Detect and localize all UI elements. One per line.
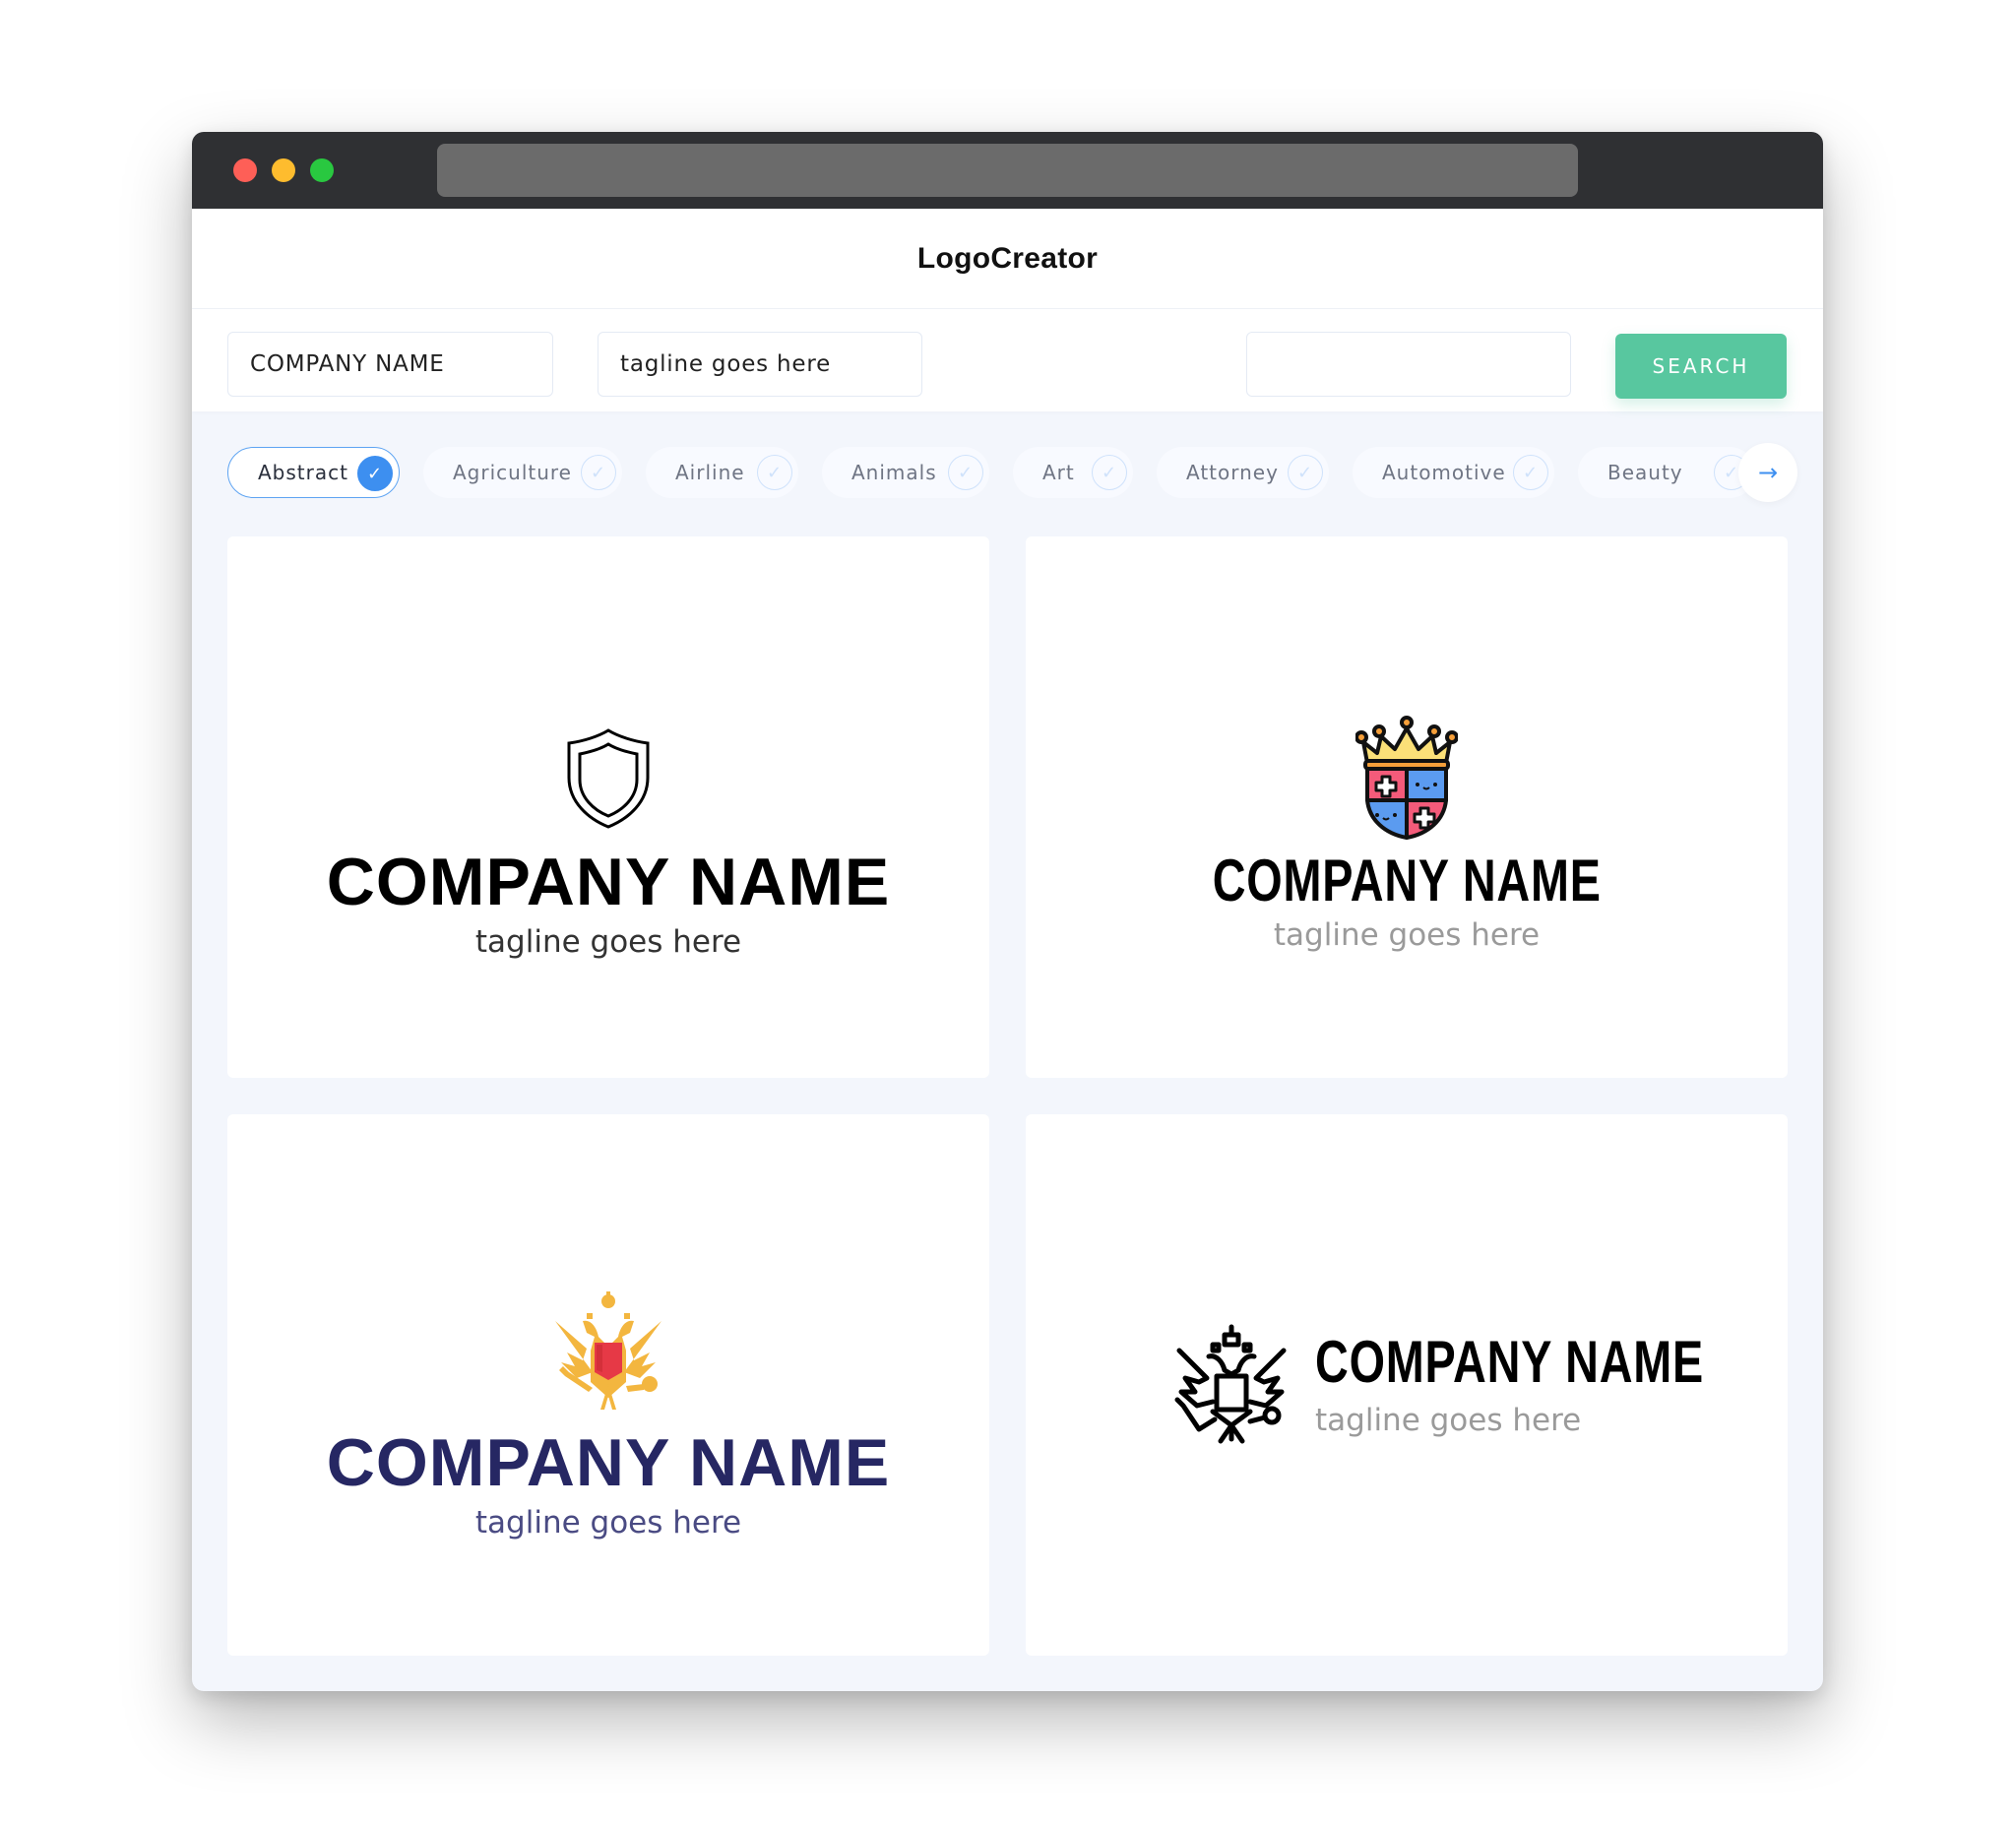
category-chip-agriculture[interactable]: Agriculture ✓	[423, 447, 622, 498]
company-name-text: COMPANY NAME	[1212, 848, 1602, 913]
check-icon: ✓	[1513, 455, 1548, 490]
category-label: Automotive	[1382, 461, 1506, 484]
browser-window: LogoCreator COMPANY NAME tagline goes he…	[192, 132, 1823, 1691]
check-icon: ✓	[1288, 455, 1323, 490]
search-button[interactable]: SEARCH	[1615, 334, 1787, 399]
category-chip-attorney[interactable]: Attorney ✓	[1157, 447, 1329, 498]
company-name-text: COMPANY NAME	[326, 845, 891, 919]
category-chip-animals[interactable]: Animals ✓	[822, 447, 989, 498]
category-label: Agriculture	[453, 461, 572, 484]
check-icon: ✓	[1092, 455, 1127, 490]
title-bar	[192, 132, 1823, 209]
category-label: Animals	[851, 461, 937, 484]
arrow-right-icon: →	[1757, 459, 1779, 486]
double-headed-eagle-outline-icon	[1174, 1324, 1287, 1444]
category-label: Abstract	[258, 461, 348, 484]
tagline-text: tagline goes here	[474, 1505, 742, 1541]
tagline-text: tagline goes here	[1315, 1402, 1582, 1438]
double-headed-eagle-icon	[555, 1291, 662, 1410]
category-chip-automotive[interactable]: Automotive ✓	[1353, 447, 1554, 498]
search-toolbar: COMPANY NAME tagline goes here SEARCH	[192, 308, 1823, 411]
category-chip-airline[interactable]: Airline ✓	[646, 447, 798, 498]
app-header: LogoCreator	[192, 209, 1823, 308]
category-chip-abstract[interactable]: Abstract ✓	[227, 447, 400, 498]
tagline-text: tagline goes here	[474, 924, 742, 960]
keyword-input[interactable]	[1246, 332, 1571, 397]
tagline-text: tagline goes here	[1273, 917, 1541, 953]
check-icon: ✓	[357, 456, 393, 491]
maximize-window-button[interactable]	[310, 158, 334, 182]
category-label: Beauty	[1607, 461, 1683, 484]
logo-card[interactable]: COMPANY NAME tagline goes here	[227, 1114, 989, 1656]
close-window-button[interactable]	[233, 158, 257, 182]
category-chip-art[interactable]: Art ✓	[1013, 447, 1133, 498]
next-categories-button[interactable]: →	[1738, 443, 1797, 502]
logo-card[interactable]: COMPANY NAME tagline goes here	[1026, 1114, 1788, 1656]
logo-card[interactable]: COMPANY NAME tagline goes here	[227, 536, 989, 1078]
category-label: Airline	[675, 461, 745, 484]
company-name-input[interactable]: COMPANY NAME	[227, 332, 553, 397]
minimize-window-button[interactable]	[272, 158, 295, 182]
check-icon: ✓	[581, 455, 616, 490]
company-name-text: COMPANY NAME	[1315, 1328, 1705, 1395]
category-chip-beauty[interactable]: Beauty ✓	[1578, 447, 1755, 498]
category-filter-bar: Abstract ✓ Agriculture ✓ Airline ✓ Anima…	[227, 443, 1797, 502]
tagline-input[interactable]: tagline goes here	[598, 332, 922, 397]
crowned-crest-icon	[1355, 716, 1458, 840]
company-name-text: COMPANY NAME	[326, 1425, 891, 1500]
check-icon: ✓	[948, 455, 983, 490]
category-label: Art	[1042, 461, 1075, 484]
address-bar[interactable]	[437, 144, 1578, 197]
category-label: Attorney	[1186, 461, 1279, 484]
shield-icon	[567, 728, 650, 829]
logo-card[interactable]: COMPANY NAME tagline goes here	[1026, 536, 1788, 1078]
app-title: LogoCreator	[916, 241, 1099, 275]
check-icon: ✓	[757, 455, 792, 490]
